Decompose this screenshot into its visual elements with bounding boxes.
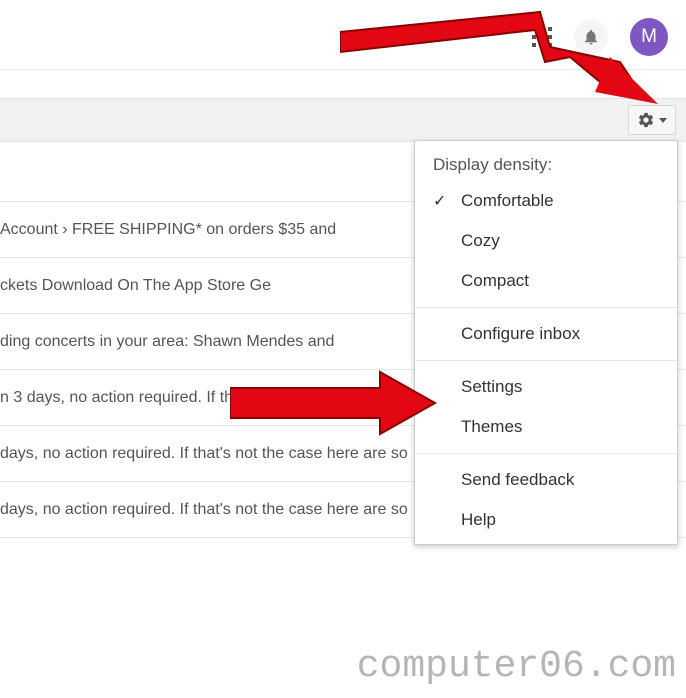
email-snippet: ckets Download On The App Store Ge: [0, 277, 271, 295]
settings-menu: Display density: Comfortable Cozy Compac…: [414, 140, 678, 545]
email-snippet: days, no action required. If that's not …: [0, 445, 408, 463]
menu-item-cozy[interactable]: Cozy: [415, 221, 677, 261]
email-snippet: n 3 days, no action required. If that's …: [0, 389, 340, 407]
notifications-button[interactable]: [574, 20, 608, 54]
header-bar: M: [0, 0, 686, 70]
menu-item-send-feedback[interactable]: Send feedback: [415, 460, 677, 500]
menu-item-themes[interactable]: Themes: [415, 407, 677, 447]
email-snippet: Account › FREE SHIPPING* on orders $35 a…: [0, 221, 336, 239]
header-actions: M: [532, 18, 668, 56]
settings-gear-button[interactable]: [628, 105, 676, 135]
menu-item-label: Help: [461, 510, 496, 529]
menu-item-label: Comfortable: [461, 191, 554, 210]
menu-item-compact[interactable]: Compact: [415, 261, 677, 301]
menu-item-label: Themes: [461, 417, 522, 436]
chevron-down-icon: [659, 118, 667, 123]
menu-item-configure-inbox[interactable]: Configure inbox: [415, 314, 677, 354]
gear-icon: [637, 111, 655, 129]
apps-grid-icon[interactable]: [532, 27, 552, 47]
bell-icon: [582, 28, 600, 46]
menu-divider: [415, 453, 677, 454]
email-snippet: days, no action required. If that's not …: [0, 501, 408, 519]
menu-item-label: Compact: [461, 271, 529, 290]
menu-item-settings[interactable]: Settings: [415, 367, 677, 407]
menu-item-label: Send feedback: [461, 470, 574, 489]
menu-section-label: Display density:: [415, 141, 677, 181]
menu-divider: [415, 307, 677, 308]
avatar-initial: M: [641, 26, 657, 48]
menu-divider: [415, 360, 677, 361]
email-snippet: ding concerts in your area: Shawn Mendes…: [0, 333, 334, 351]
account-avatar[interactable]: M: [630, 18, 668, 56]
menu-item-comfortable[interactable]: Comfortable: [415, 181, 677, 221]
menu-item-label: Configure inbox: [461, 324, 580, 343]
menu-item-label: Cozy: [461, 231, 500, 250]
menu-item-help[interactable]: Help: [415, 500, 677, 540]
menu-item-label: Settings: [461, 377, 522, 396]
toolbar: [0, 98, 686, 142]
